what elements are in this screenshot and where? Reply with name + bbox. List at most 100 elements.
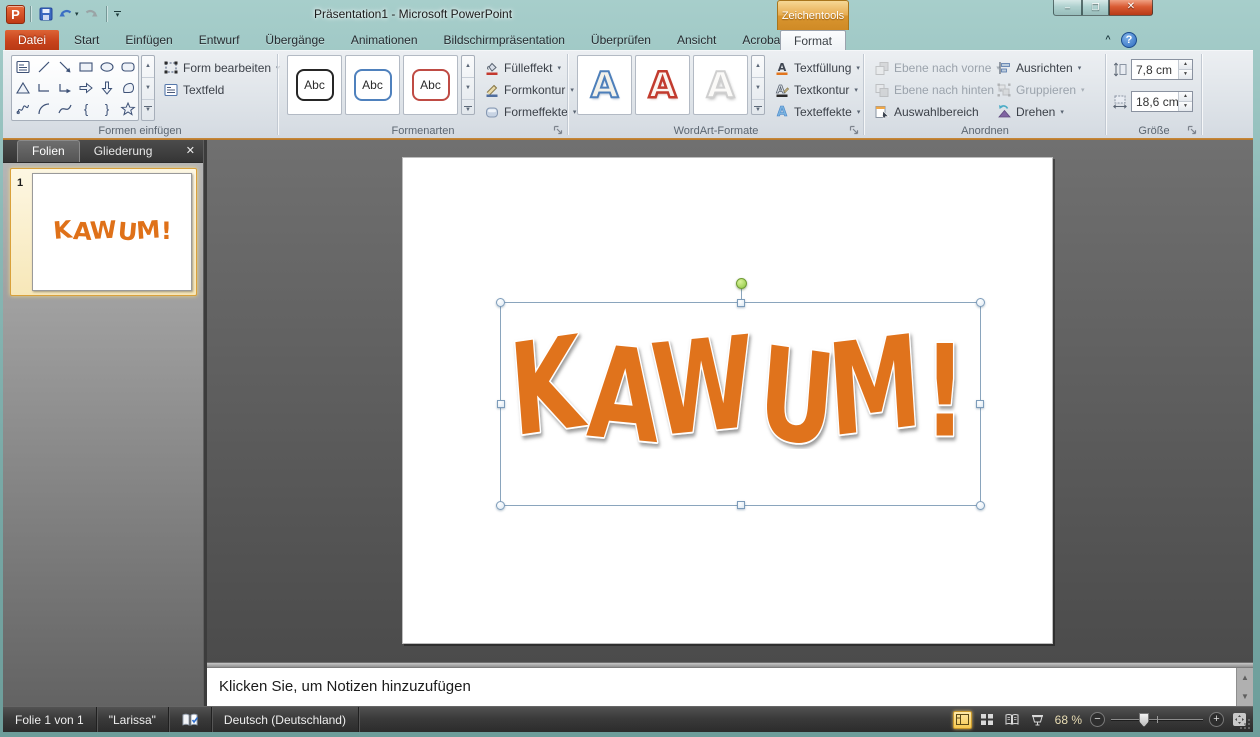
resize-handle-s[interactable]: [737, 501, 745, 509]
shape-style-thumb-3[interactable]: Abc: [403, 55, 458, 115]
gruppieren-button[interactable]: Gruppieren ▾: [993, 79, 1088, 100]
ebene-nach-hinten-button[interactable]: Ebene nach hinten ▾: [871, 79, 1006, 100]
wordart-object[interactable]: KAWUM!: [509, 317, 974, 449]
tab-start[interactable]: Start: [61, 30, 112, 50]
shape-down-arrow-icon[interactable]: [96, 77, 117, 98]
textkontur-button[interactable]: A Textkontur ▾: [771, 79, 861, 100]
formkontur-button[interactable]: Formkontur ▾: [481, 79, 577, 100]
shape-style-thumb-1[interactable]: Abc: [287, 55, 342, 115]
shape-left-brace-icon[interactable]: {: [75, 99, 96, 120]
wordart-scroll-down-button[interactable]: ▼: [752, 78, 764, 100]
styles-scroll-down-button[interactable]: ▼: [462, 78, 474, 100]
resize-handle-ne[interactable]: [976, 298, 985, 307]
shape-textbox-icon[interactable]: [12, 56, 33, 77]
resize-handle-e[interactable]: [976, 400, 984, 408]
help-button[interactable]: ?: [1121, 32, 1137, 48]
zoom-out-button[interactable]: −: [1090, 712, 1105, 727]
wordart-style-thumb-3[interactable]: A: [693, 55, 748, 115]
shape-scribble-icon[interactable]: [12, 99, 33, 120]
ebene-nach-vorne-button[interactable]: Ebene nach vorne ▾: [871, 57, 1003, 78]
shape-right-brace-icon[interactable]: }: [96, 99, 117, 120]
zoom-slider[interactable]: [1111, 712, 1203, 727]
status-language-button[interactable]: Deutsch (Deutschland): [212, 707, 359, 732]
textfeld-button[interactable]: Textfeld: [160, 79, 227, 100]
shape-arc-icon[interactable]: [33, 99, 54, 120]
shape-right-arrow-icon[interactable]: [75, 77, 96, 98]
zoom-percentage[interactable]: 68 %: [1055, 713, 1082, 727]
tab-animationen[interactable]: Animationen: [338, 30, 431, 50]
tab-format-active[interactable]: Format: [780, 30, 846, 51]
gallery-scroll-up-button[interactable]: ▲: [142, 56, 154, 78]
pane-close-icon[interactable]: ✕: [186, 144, 195, 157]
auswahlbereich-button[interactable]: Auswahlbereich: [871, 101, 982, 122]
wordart-style-thumb-1[interactable]: A: [577, 55, 632, 115]
tab-einfuegen[interactable]: Einfügen: [112, 30, 185, 50]
resize-handle-sw[interactable]: [496, 501, 505, 510]
resize-handle-n[interactable]: [737, 299, 745, 307]
height-increase-button[interactable]: ▲: [1179, 60, 1192, 70]
svg-text:{: {: [83, 102, 88, 117]
close-button[interactable]: ✕: [1109, 0, 1153, 16]
styles-scroll-up-button[interactable]: ▲: [462, 56, 474, 78]
tab-ueberpruefen[interactable]: Überprüfen: [578, 30, 664, 50]
gallery-more-button[interactable]: ▼: [142, 100, 154, 120]
shape-arrow-icon[interactable]: [54, 56, 75, 77]
rotation-handle[interactable]: [736, 278, 747, 289]
tab-ansicht[interactable]: Ansicht: [664, 30, 729, 50]
wordart-more-button[interactable]: ▼: [752, 100, 764, 114]
tab-entwurf[interactable]: Entwurf: [186, 30, 253, 50]
shape-elbow-arrow-connector-icon[interactable]: [54, 77, 75, 98]
ausrichten-button[interactable]: Ausrichten ▾: [993, 57, 1084, 78]
shape-star-icon[interactable]: [117, 99, 138, 120]
resize-handle-se[interactable]: [976, 501, 985, 510]
texteffekte-button[interactable]: A Texteffekte ▾: [771, 101, 863, 122]
minimize-button[interactable]: –: [1053, 0, 1082, 16]
minimize-ribbon-chevron-icon[interactable]: ^: [1100, 32, 1116, 47]
zoom-slider-thumb[interactable]: [1139, 713, 1149, 727]
formeffekte-button[interactable]: Formeffekte ▾: [481, 101, 579, 122]
fuelleffekt-button[interactable]: Fülleffekt ▾: [481, 57, 564, 78]
shape-teardrop-icon[interactable]: [117, 77, 138, 98]
shape-elbow-connector-icon[interactable]: [33, 77, 54, 98]
tab-bildschirmpraesentation[interactable]: Bildschirmpräsentation: [431, 30, 578, 50]
width-increase-button[interactable]: ▲: [1179, 92, 1192, 102]
view-normal-button[interactable]: [953, 711, 972, 729]
zoom-in-button[interactable]: +: [1209, 712, 1224, 727]
form-bearbeiten-button[interactable]: Form bearbeiten ▾: [160, 57, 283, 78]
gallery-scroll-down-button[interactable]: ▼: [142, 78, 154, 100]
drehen-button[interactable]: Drehen ▾: [993, 101, 1067, 122]
status-spelling-button[interactable]: [169, 707, 212, 732]
textfuellung-button[interactable]: A Textfüllung ▾: [771, 57, 863, 78]
tab-gliederung[interactable]: Gliederung: [80, 141, 167, 162]
resize-handle-nw[interactable]: [496, 298, 505, 307]
shape-rectangle-icon[interactable]: [75, 56, 96, 77]
slide-editing-canvas[interactable]: KAWUM!: [207, 140, 1253, 662]
shape-ellipse-icon[interactable]: [96, 56, 117, 77]
shape-line-icon[interactable]: [33, 56, 54, 77]
notes-scroll-down-button[interactable]: ▼: [1237, 687, 1253, 706]
shape-style-thumb-2[interactable]: Abc: [345, 55, 400, 115]
notes-pane[interactable]: Klicken Sie, um Notizen hinzuzufügen ▲ ▼: [207, 668, 1253, 706]
wordart-selection-box[interactable]: KAWUM!: [500, 302, 981, 506]
resize-handle-w[interactable]: [497, 400, 505, 408]
width-decrease-button[interactable]: ▼: [1179, 102, 1192, 111]
wordart-style-thumb-2[interactable]: A: [635, 55, 690, 115]
shape-height-input[interactable]: [1132, 60, 1178, 79]
tab-folien[interactable]: Folien: [17, 140, 80, 162]
shape-rounded-rectangle-icon[interactable]: [117, 56, 138, 77]
view-slide-sorter-button[interactable]: [978, 711, 997, 729]
height-decrease-button[interactable]: ▼: [1179, 70, 1192, 79]
maximize-button[interactable]: ❐: [1082, 0, 1109, 16]
slide-thumbnail-selected[interactable]: 1 KAWUM!: [10, 168, 197, 296]
shape-triangle-icon[interactable]: [12, 77, 33, 98]
shape-curve-icon[interactable]: [54, 99, 75, 120]
styles-more-button[interactable]: ▼: [462, 100, 474, 114]
tab-datei[interactable]: Datei: [5, 30, 59, 50]
notes-scroll-up-button[interactable]: ▲: [1237, 668, 1253, 687]
wordart-scroll-up-button[interactable]: ▲: [752, 56, 764, 78]
resize-grip[interactable]: [1239, 718, 1251, 730]
view-reading-button[interactable]: [1003, 711, 1022, 729]
tab-uebergaenge[interactable]: Übergänge: [252, 30, 337, 50]
view-slideshow-button[interactable]: [1028, 711, 1047, 729]
shape-width-input[interactable]: [1132, 92, 1178, 111]
